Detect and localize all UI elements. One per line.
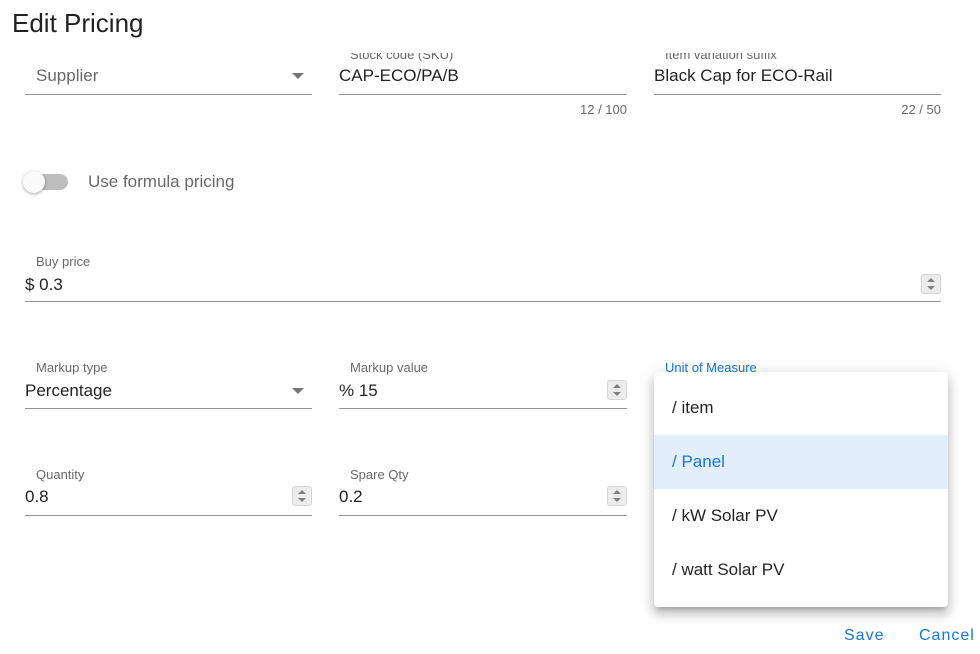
quantity-stepper[interactable] — [292, 486, 312, 506]
dialog-title: Edit Pricing — [12, 8, 144, 38]
markup-type-label: Markup type — [36, 360, 108, 375]
uom-option-kw-solar-pv[interactable]: / kW Solar PV — [654, 489, 948, 543]
stock-code-label: Stock code (SKU) — [350, 47, 454, 62]
stock-code-field[interactable]: Stock code (SKU) CAP-ECO/PA/B 12 / 100 — [339, 40, 627, 120]
quantity-label: Quantity — [36, 467, 85, 482]
spare-qty-stepper[interactable] — [607, 486, 627, 506]
markup-value-stepper[interactable] — [607, 380, 627, 400]
formula-pricing-label: Use formula pricing — [88, 172, 235, 191]
chevron-down-icon — [292, 73, 304, 79]
variation-suffix-label: Item variation suffix — [665, 47, 777, 62]
markup-value-label: Markup value — [350, 360, 429, 375]
variation-suffix-field[interactable]: Item variation suffix Black Cap for ECO-… — [654, 40, 941, 120]
markup-value-field[interactable]: Markup value % 15 — [339, 358, 627, 410]
spare-qty-input[interactable]: 0.2 — [339, 487, 363, 507]
markup-type-underline — [25, 408, 312, 409]
markup-type-select[interactable]: Markup type Percentage — [25, 358, 312, 410]
markup-type-value: Percentage — [25, 381, 112, 400]
toggle-knob[interactable] — [23, 171, 45, 193]
buy-price-label: Buy price — [36, 254, 91, 269]
spare-qty-field[interactable]: Spare Qty 0.2 — [339, 465, 627, 517]
supplier-select[interactable]: Supplier — [25, 54, 312, 96]
variation-suffix-underline — [654, 94, 941, 95]
quantity-input[interactable]: 0.8 — [25, 487, 49, 507]
uom-option-panel[interactable]: / Panel — [654, 435, 948, 489]
spare-qty-label: Spare Qty — [350, 467, 409, 482]
chevron-down-icon — [292, 388, 304, 394]
unit-of-measure-menu: / item / Panel / kW Solar PV / watt Sola… — [654, 372, 948, 607]
buy-price-underline — [25, 301, 941, 302]
supplier-underline — [25, 94, 312, 95]
spare-qty-underline — [339, 515, 627, 516]
cancel-button[interactable]: Cancel — [919, 627, 975, 645]
uom-option-watt-solar-pv[interactable]: / watt Solar PV — [654, 543, 948, 597]
buy-price-field[interactable]: Buy price $ 0.3 — [25, 252, 941, 304]
stock-code-counter: 12 / 100 — [580, 102, 627, 117]
save-button[interactable]: Save — [844, 627, 884, 645]
stock-code-underline — [339, 94, 627, 95]
variation-suffix-input[interactable]: Black Cap for ECO-Rail — [654, 66, 833, 86]
supplier-placeholder: Supplier — [36, 66, 99, 85]
markup-value-underline — [339, 408, 627, 409]
variation-suffix-counter: 22 / 50 — [901, 102, 941, 117]
quantity-underline — [25, 515, 312, 516]
markup-value-input[interactable]: % 15 — [339, 381, 378, 401]
formula-pricing-toggle[interactable] — [23, 171, 68, 193]
quantity-field[interactable]: Quantity 0.8 — [25, 465, 312, 517]
buy-price-input[interactable]: $ 0.3 — [25, 275, 63, 295]
buy-price-stepper[interactable] — [921, 274, 941, 294]
stock-code-input[interactable]: CAP-ECO/PA/B — [339, 66, 459, 86]
uom-option-item[interactable]: / item — [654, 381, 948, 435]
